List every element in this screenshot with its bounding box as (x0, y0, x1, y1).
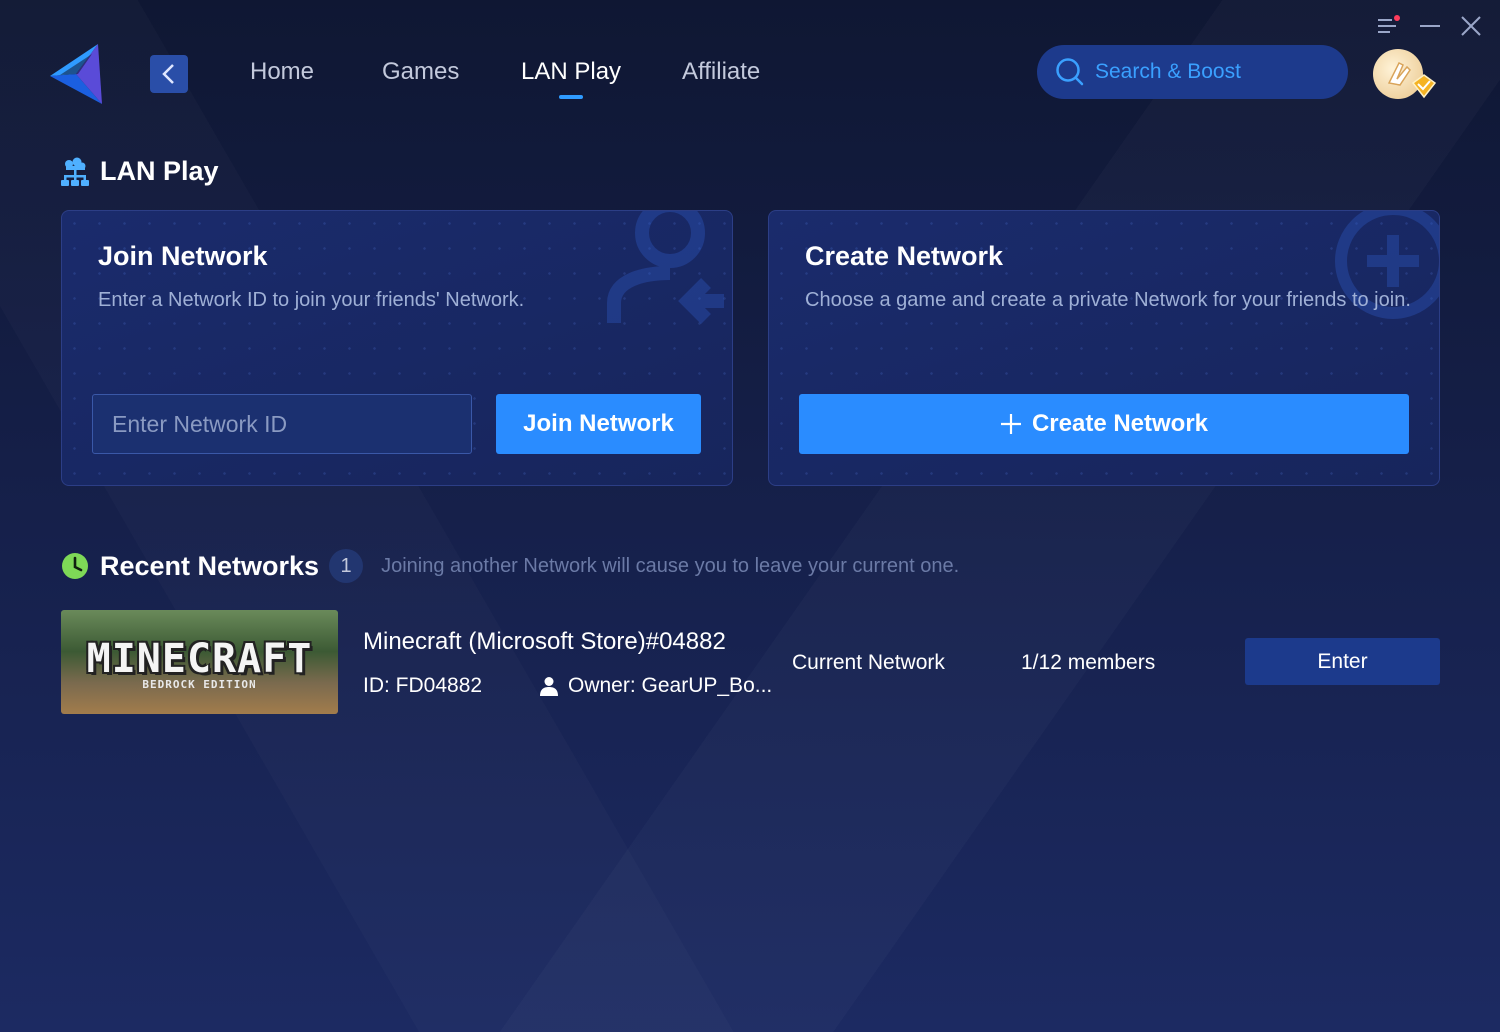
app-logo (50, 44, 102, 104)
network-id-input[interactable] (92, 394, 472, 454)
create-card-description: Choose a game and create a private Netwo… (805, 289, 1411, 311)
create-card-title: Create Network (805, 241, 1004, 271)
page-title: LAN Play (61, 156, 219, 187)
network-owner: Owner: GearUP_Bo... (539, 674, 772, 698)
lan-network-icon (61, 157, 89, 186)
background-decoration (0, 0, 1500, 1032)
menu-icon[interactable] (1376, 14, 1400, 38)
page-title-label: LAN Play (100, 156, 219, 186)
game-thumbnail: MINECRAFT BEDROCK EDITION (61, 610, 338, 714)
recent-count-badge: 1 (329, 549, 364, 583)
vip-diamond-icon (1411, 74, 1437, 99)
list-item: MINECRAFT BEDROCK EDITION Minecraft (Mic… (61, 610, 1440, 714)
thumbnail-edition-text: BEDROCK EDITION (142, 678, 257, 691)
nav-lan-play-label: LAN Play (521, 58, 622, 85)
join-user-icon (607, 211, 724, 324)
user-icon (540, 677, 558, 696)
join-card-title: Join Network (98, 241, 268, 271)
join-network-button[interactable]: Join Network (496, 394, 701, 454)
network-name: Minecraft (Microsoft Store)#04882 (363, 628, 726, 655)
join-network-card: Join Network Enter a Network ID to join … (61, 210, 733, 486)
nav-home[interactable]: Home (250, 58, 314, 86)
nav-games-label: Games (382, 58, 460, 85)
chevron-left-icon (162, 64, 174, 84)
enter-button[interactable]: Enter (1245, 638, 1440, 685)
plus-icon (1000, 414, 1021, 434)
search-placeholder: Search & Boost (1095, 60, 1241, 83)
create-network-button-label: Create Network (1031, 410, 1209, 437)
recent-networks-title: Recent Networks (100, 550, 320, 581)
enter-button-label: Enter (1317, 649, 1368, 673)
nav-affiliate-label: Affiliate (682, 58, 761, 85)
network-status: Current Network (792, 651, 945, 674)
minimize-icon[interactable] (1418, 14, 1442, 38)
network-members: 1/12 members (1021, 651, 1156, 674)
recent-networks-note: Joining another Network will cause you t… (381, 554, 960, 577)
thumbnail-logo-text: MINECRAFT (86, 636, 313, 682)
active-tab-indicator (559, 95, 584, 99)
search-input[interactable]: Search & Boost (1037, 45, 1348, 99)
join-card-description: Enter a Network ID to join your friends'… (98, 289, 525, 311)
nav-lan-play[interactable]: LAN Play (521, 58, 622, 99)
network-id: ID: FD04882 (363, 674, 483, 697)
nav-home-label: Home (250, 58, 315, 85)
search-icon (1056, 58, 1084, 86)
close-icon[interactable] (1459, 14, 1483, 38)
recent-networks-header: Recent Networks 1 Joining another Networ… (61, 549, 959, 583)
network-owner-label: Owner: GearUP_Bo... (568, 674, 773, 697)
clock-icon (62, 553, 88, 579)
join-network-button-label: Join Network (523, 410, 674, 437)
nav-games[interactable]: Games (382, 58, 459, 86)
back-button[interactable] (150, 55, 188, 93)
create-network-button[interactable]: Create Network (799, 394, 1409, 454)
nav-affiliate[interactable]: Affiliate (682, 58, 760, 86)
create-network-card: Create Network Choose a game and create … (768, 210, 1440, 486)
